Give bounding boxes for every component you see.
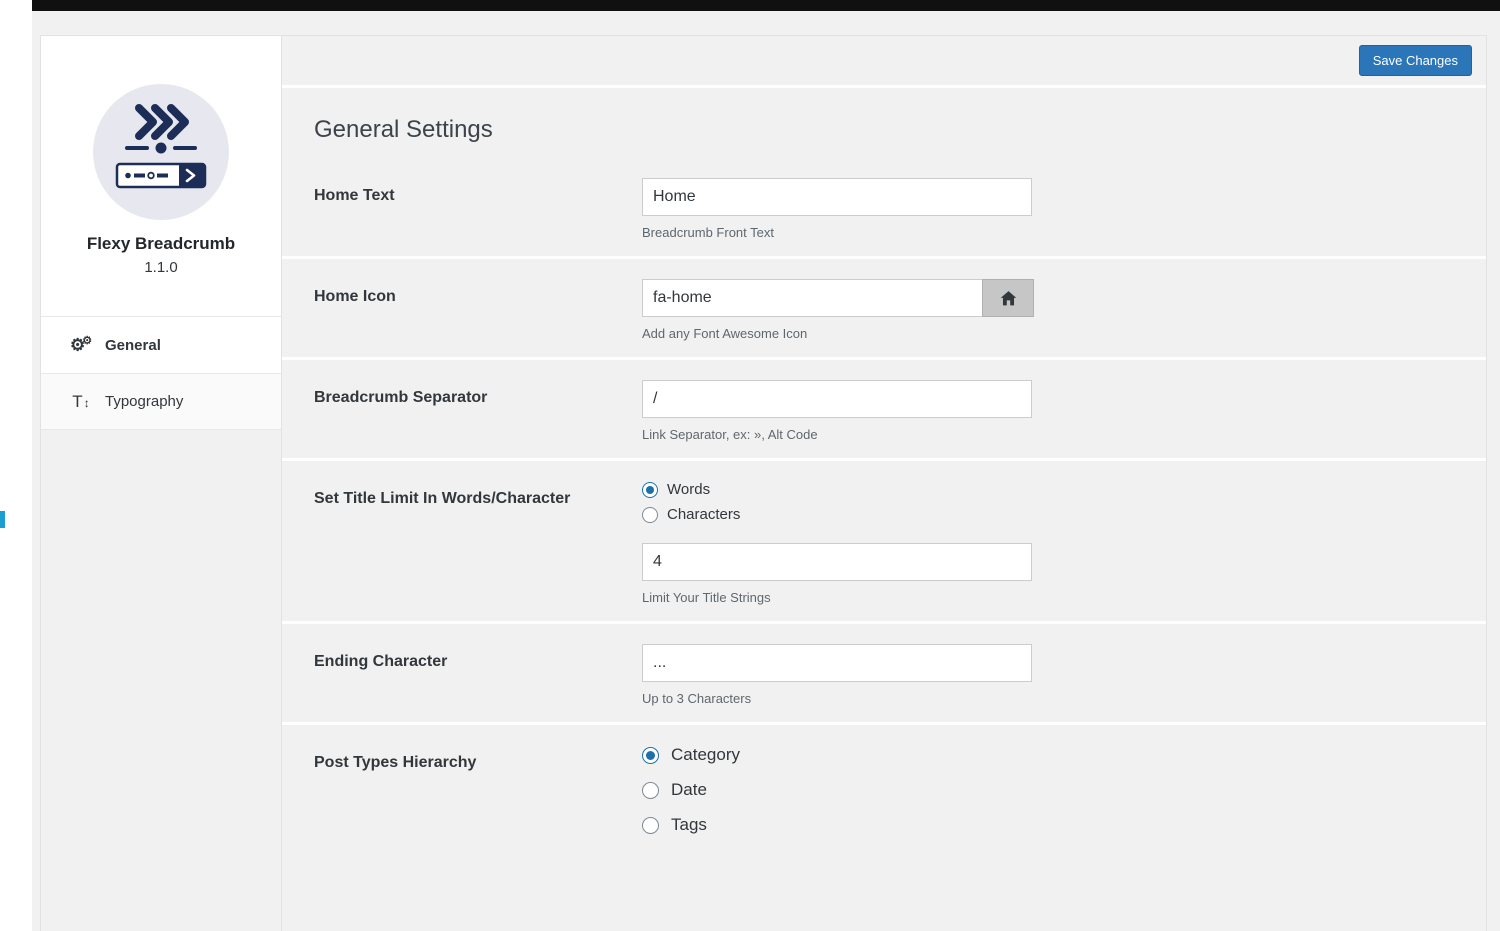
save-changes-button[interactable]: Save Changes (1359, 45, 1472, 76)
plugin-version: 1.1.0 (41, 259, 281, 276)
section-title-limit: Set Title Limit In Words/Character Words… (282, 461, 1486, 621)
section-post-types: Post Types Hierarchy Category Date Tags (282, 725, 1486, 931)
radio-option-category[interactable]: Category (642, 745, 740, 765)
post-types-label: Post Types Hierarchy (314, 745, 642, 850)
home-icon-input[interactable] (642, 279, 982, 317)
section-home-icon: Home Icon Add any Font Awesome Icon (282, 259, 1486, 357)
page-title: General Settings (314, 116, 1466, 144)
category-radio-label: Category (671, 745, 740, 765)
plugin-sidebar: Flexy Breadcrumb 1.1.0 ⚙⚙ General T↕ Typ… (41, 36, 282, 931)
home-icon-input-group (642, 279, 1034, 317)
home-icon-addon-button[interactable] (982, 279, 1034, 317)
home-text-input[interactable] (642, 178, 1032, 216)
home-text-label: Home Text (314, 178, 642, 240)
tab-typography-label: Typography (105, 393, 183, 410)
typography-icon: T↕ (69, 392, 93, 412)
title-limit-help: Limit Your Title Strings (642, 590, 1032, 605)
breadcrumb-chevrons-logo (91, 82, 231, 222)
settings-nav: ⚙⚙ General T↕ Typography (41, 316, 281, 430)
ending-character-help: Up to 3 Characters (642, 691, 1032, 706)
tab-general-label: General (105, 337, 161, 354)
tab-typography[interactable]: T↕ Typography (41, 373, 281, 430)
sidebar-filler (41, 430, 281, 931)
words-radio-label: Words (667, 481, 710, 498)
radio-option-date[interactable]: Date (642, 780, 740, 800)
tags-radio-label: Tags (671, 815, 707, 835)
plugin-settings-card: Flexy Breadcrumb 1.1.0 ⚙⚙ General T↕ Typ… (40, 35, 1487, 931)
date-radio-label: Date (671, 780, 707, 800)
home-icon-help: Add any Font Awesome Icon (642, 326, 1034, 341)
collapsed-admin-menu (0, 0, 32, 931)
section-ending-character: Ending Character Up to 3 Characters (282, 624, 1486, 722)
tags-radio[interactable] (642, 817, 659, 834)
home-icon (1000, 290, 1017, 307)
title-limit-input[interactable] (642, 543, 1032, 581)
radio-option-characters[interactable]: Characters (642, 506, 1032, 523)
admin-menu-accent (0, 511, 5, 528)
characters-radio[interactable] (642, 507, 658, 523)
home-text-help: Breadcrumb Front Text (642, 225, 1032, 240)
separator-input[interactable] (642, 380, 1032, 418)
ending-character-label: Ending Character (314, 644, 642, 706)
home-icon-label: Home Icon (314, 279, 642, 341)
separator-label: Breadcrumb Separator (314, 380, 642, 442)
ending-character-input[interactable] (642, 644, 1032, 682)
plugin-brand: Flexy Breadcrumb 1.1.0 (41, 36, 281, 316)
plugin-logo (91, 82, 231, 222)
plugin-name: Flexy Breadcrumb (41, 234, 281, 254)
words-radio[interactable] (642, 482, 658, 498)
toolbar: Save Changes (282, 36, 1486, 85)
category-radio[interactable] (642, 747, 659, 764)
radio-option-tags[interactable]: Tags (642, 815, 740, 835)
title-limit-label: Set Title Limit In Words/Character (314, 481, 642, 605)
date-radio[interactable] (642, 782, 659, 799)
gears-icon: ⚙⚙ (69, 334, 93, 356)
separator-help: Link Separator, ex: », Alt Code (642, 427, 1032, 442)
wp-admin-bar (32, 0, 1500, 11)
section-separator: Breadcrumb Separator Link Separator, ex:… (282, 360, 1486, 458)
tab-general[interactable]: ⚙⚙ General (41, 316, 281, 373)
characters-radio-label: Characters (667, 506, 740, 523)
section-home-text: General Settings Home Text Breadcrumb Fr… (282, 88, 1486, 256)
radio-option-words[interactable]: Words (642, 481, 1032, 498)
settings-main: Save Changes General Settings Home Text … (282, 36, 1486, 931)
